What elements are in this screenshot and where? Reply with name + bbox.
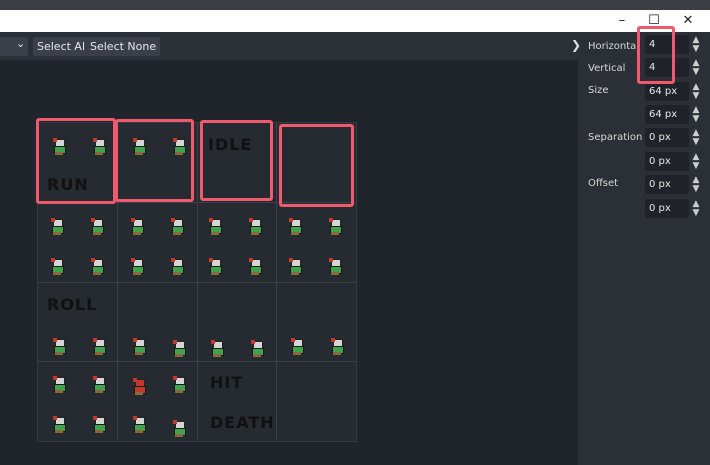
offset-y-field[interactable]: 0 px — [645, 199, 689, 218]
sprite-icon — [170, 218, 184, 235]
sprite-icon — [92, 416, 106, 433]
sprite-icon — [288, 258, 302, 275]
spinner-icon[interactable]: ▲ ▼ — [691, 106, 701, 124]
select-none-button[interactable]: Select None — [86, 37, 161, 56]
sprite-icon — [248, 218, 262, 235]
window-titlebar: – ☐ ✕ — [0, 10, 710, 32]
close-icon[interactable]: ✕ — [674, 10, 702, 32]
sprite-icon — [90, 218, 104, 235]
sprite-icon — [52, 416, 66, 433]
minimize-icon[interactable]: – — [608, 10, 636, 32]
sprite-icon — [208, 218, 222, 235]
label-roll: ROLL — [47, 295, 98, 314]
vertical-label: Vertical — [588, 63, 626, 74]
selection-box — [36, 118, 116, 204]
sprite-icon — [248, 258, 262, 275]
sprite-icon — [330, 338, 344, 355]
sprite-icon — [170, 258, 184, 275]
sprite-icon — [250, 340, 264, 357]
selection-box — [279, 124, 354, 207]
sprite-icon — [290, 338, 304, 355]
spinner-icon[interactable]: ▲ ▼ — [691, 153, 701, 171]
label-death: DEATH — [210, 413, 275, 432]
sprite-icon — [172, 376, 186, 393]
sprite-icon — [172, 420, 186, 437]
selection-box — [200, 120, 273, 201]
grid-line — [38, 282, 356, 283]
spinner-icon[interactable]: ▲ ▼ — [691, 200, 701, 218]
spinner-icon[interactable]: ▲ ▼ — [691, 129, 701, 147]
sprite-icon — [52, 376, 66, 393]
sprite-icon — [132, 416, 146, 433]
sprite-icon — [132, 338, 146, 355]
size-label: Size — [588, 85, 609, 96]
sprite-icon — [90, 258, 104, 275]
spinner-icon[interactable]: ▲ ▼ — [691, 176, 701, 194]
separation-label: Separation — [588, 132, 643, 143]
sprite-icon — [130, 258, 144, 275]
sprite-icon — [288, 218, 302, 235]
separation-y-field[interactable]: 0 px — [645, 152, 689, 171]
sprite-icon — [92, 338, 106, 355]
selection-box — [637, 26, 675, 84]
chevron-right-icon[interactable]: ❯ — [571, 38, 581, 52]
grid-line — [38, 361, 356, 362]
size-y-field[interactable]: 64 px — [645, 105, 689, 124]
sprite-icon — [92, 376, 106, 393]
sprite-icon — [132, 378, 146, 395]
sprite-icon — [328, 218, 342, 235]
sprite-icon — [328, 258, 342, 275]
spinner-icon[interactable]: ▲ ▼ — [691, 36, 701, 54]
spinner-icon[interactable]: ▲ ▼ — [691, 59, 701, 77]
chevron-down-icon: ⌄ — [16, 37, 26, 50]
selection-box — [115, 119, 194, 202]
sprite-icon — [50, 258, 64, 275]
label-hit: HIT — [210, 373, 244, 392]
separation-x-field[interactable]: 0 px — [645, 128, 689, 147]
sprite-icon — [172, 340, 186, 357]
offset-label: Offset — [588, 178, 619, 189]
offset-x-field[interactable]: 0 px — [645, 175, 689, 194]
select-all-button[interactable]: Select All — [33, 37, 93, 56]
sprite-icon — [52, 338, 66, 355]
size-x-field[interactable]: 64 px — [645, 82, 689, 101]
sprite-icon — [208, 258, 222, 275]
sprite-icon — [50, 218, 64, 235]
horizontal-label: Horizonta — [588, 41, 637, 52]
sprite-icon — [130, 218, 144, 235]
top-strip — [0, 0, 710, 10]
mode-dropdown[interactable]: ⌄ — [0, 37, 28, 56]
sprite-icon — [210, 340, 224, 357]
spinner-icon[interactable]: ▲ ▼ — [691, 83, 701, 101]
